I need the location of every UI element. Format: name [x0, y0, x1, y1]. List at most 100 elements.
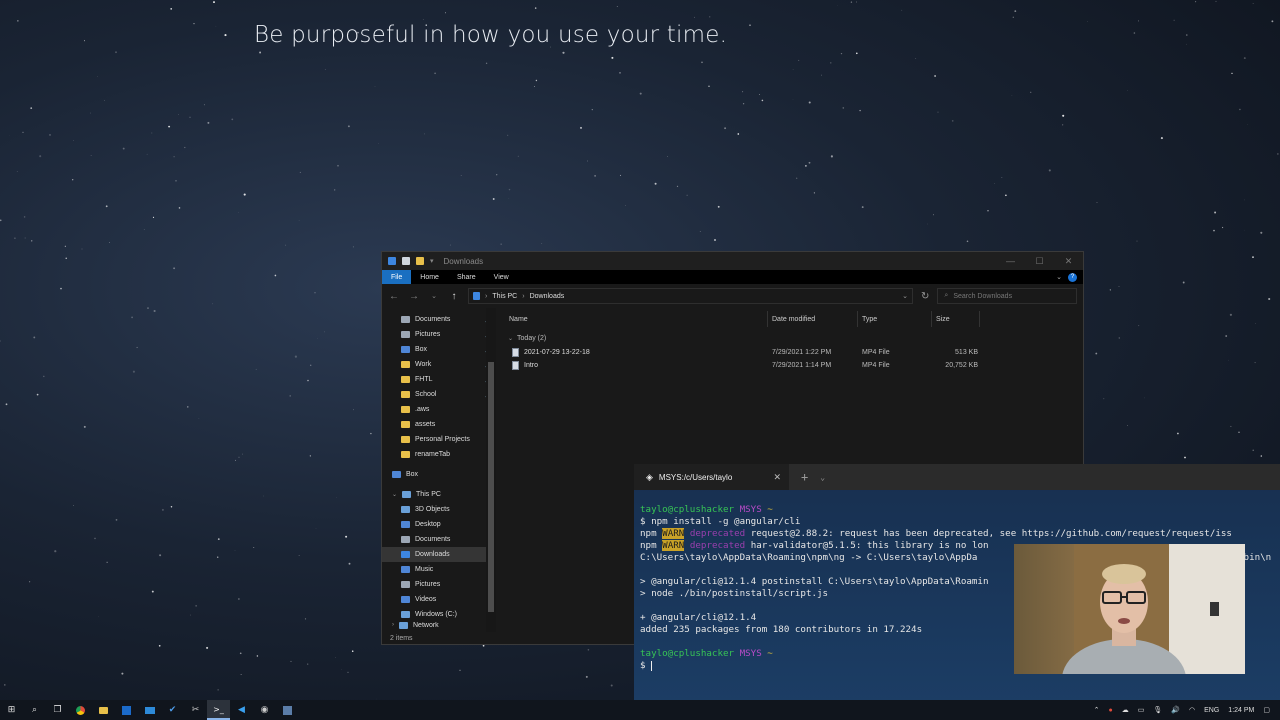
expand-ribbon-icon[interactable]: ⌄: [1056, 273, 1062, 281]
search-input[interactable]: ⌕ Search Downloads: [937, 288, 1077, 304]
tab-view[interactable]: View: [485, 270, 518, 284]
breadcrumb-downloads[interactable]: Downloads: [530, 293, 565, 300]
nav-item-quick-access[interactable]: FHTL📌: [382, 372, 496, 387]
nav-item-quick-access[interactable]: School📌: [382, 387, 496, 402]
help-icon[interactable]: ?: [1068, 272, 1077, 282]
onedrive-icon[interactable]: ☁: [1122, 706, 1129, 714]
column-size[interactable]: Size: [932, 311, 980, 327]
explorer-titlebar[interactable]: ▾ Downloads — ☐ ✕: [382, 252, 1083, 270]
star: [36, 393, 39, 396]
nav-item-this-pc[interactable]: ⌄ This PC: [382, 487, 496, 502]
search-icon[interactable]: ⌕: [23, 700, 46, 720]
nav-item-pc[interactable]: Videos: [382, 592, 496, 607]
tab-share[interactable]: Share: [448, 270, 485, 284]
up-icon[interactable]: ↑: [448, 291, 460, 302]
nav-scrollbar[interactable]: [486, 308, 496, 632]
clock[interactable]: 1:24 PM: [1228, 707, 1254, 714]
tab-file[interactable]: File: [382, 270, 412, 284]
close-tab-icon[interactable]: ✕: [773, 472, 781, 483]
star: [193, 22, 195, 25]
nav-item-network[interactable]: › Network: [382, 622, 496, 630]
nav-item-pc[interactable]: Windows (C:): [382, 607, 496, 622]
forward-icon[interactable]: →: [408, 291, 420, 302]
nav-scrollbar-thumb[interactable]: [488, 362, 494, 612]
webcam-person-image: [1062, 544, 1245, 674]
star: [317, 337, 318, 339]
vscode-icon[interactable]: ◀: [230, 700, 253, 720]
star: [159, 554, 162, 557]
nav-item-pc[interactable]: Pictures: [382, 577, 496, 592]
notification-center-icon[interactable]: ▢: [1263, 706, 1270, 714]
start-button[interactable]: ⊞: [0, 700, 23, 720]
antivirus-icon[interactable]: ●: [1109, 707, 1113, 714]
address-bar[interactable]: › This PC › Downloads ⌄: [468, 288, 913, 304]
close-button[interactable]: ✕: [1054, 256, 1083, 267]
nav-item-quick-access[interactable]: .aws: [382, 402, 496, 417]
properties-icon[interactable]: [402, 257, 410, 265]
mail-icon[interactable]: [138, 700, 161, 720]
terminal-icon[interactable]: >_: [207, 700, 230, 720]
star: [0, 340, 1, 342]
column-name[interactable]: Name: [496, 311, 768, 327]
back-icon[interactable]: ←: [388, 291, 400, 302]
breadcrumb-separator-icon: ›: [485, 292, 488, 300]
wifi-icon[interactable]: ◠: [1189, 706, 1195, 714]
maximize-button[interactable]: ☐: [1025, 256, 1054, 267]
volume-icon[interactable]: 🔊: [1171, 706, 1180, 714]
nav-item-pc[interactable]: 3D Objects: [382, 502, 496, 517]
file-row[interactable]: Intro 7/29/2021 1:14 PM MP4 File 20,752 KB: [496, 359, 1083, 372]
quick-access-dropdown-icon[interactable]: ▾: [430, 257, 434, 265]
column-type[interactable]: Type: [858, 311, 932, 327]
microphone-icon[interactable]: 🎙: [1153, 706, 1162, 714]
recent-locations-icon[interactable]: ⌄: [428, 292, 440, 300]
nav-item-pc[interactable]: Music: [382, 562, 496, 577]
star: [610, 684, 613, 687]
nav-item-quick-access[interactable]: renameTab: [382, 447, 496, 462]
tray-overflow-icon[interactable]: ⌃: [1094, 706, 1100, 714]
tab-home[interactable]: Home: [411, 270, 448, 284]
star: [737, 133, 740, 135]
new-tab-icon[interactable]: +: [801, 470, 808, 484]
file-row[interactable]: 2021-07-29 13-22-18 7/29/2021 1:22 PM MP4 …: [496, 346, 1083, 359]
npm-label: npm: [640, 540, 657, 551]
nav-item-pc[interactable]: Downloads: [382, 547, 496, 562]
star: [190, 614, 191, 616]
navigation-pane[interactable]: Documents📌Pictures📌Box📌Work📌FHTL📌School📌…: [382, 308, 496, 632]
obs-icon[interactable]: ◉: [253, 700, 276, 720]
star: [94, 537, 96, 540]
snipping-icon[interactable]: ✂: [184, 700, 207, 720]
expand-chevron-icon[interactable]: ⌄: [392, 491, 397, 498]
nav-label: .aws: [415, 406, 430, 413]
language-indicator[interactable]: ENG: [1204, 707, 1219, 714]
group-header-today[interactable]: ⌄ Today (2): [496, 330, 1083, 346]
column-date-modified[interactable]: Date modified: [768, 311, 858, 327]
todo-icon[interactable]: ✔: [161, 700, 184, 720]
address-dropdown-icon[interactable]: ⌄: [902, 292, 908, 300]
terminal-tab[interactable]: ◈ MSYS:/c/Users/taylo ✕: [634, 464, 789, 490]
expand-chevron-icon[interactable]: ›: [392, 622, 394, 628]
nav-item-quick-access[interactable]: Box📌: [382, 342, 496, 357]
collapse-chevron-icon[interactable]: ⌄: [508, 335, 513, 342]
minimize-button[interactable]: —: [996, 256, 1025, 267]
nav-item-quick-access[interactable]: Personal Projects: [382, 432, 496, 447]
nav-item-box[interactable]: Box: [382, 467, 496, 482]
file-explorer-icon[interactable]: [92, 700, 115, 720]
new-folder-icon[interactable]: [416, 257, 424, 265]
nav-label: Pictures: [415, 581, 441, 588]
tab-dropdown-icon[interactable]: ⌄: [820, 473, 825, 482]
outlook-icon[interactable]: [115, 700, 138, 720]
task-view-icon[interactable]: ❐: [46, 700, 69, 720]
star: [686, 194, 688, 196]
refresh-icon[interactable]: ↻: [921, 291, 929, 302]
breadcrumb-this-pc[interactable]: This PC: [492, 293, 517, 300]
chrome-icon[interactable]: [69, 700, 92, 720]
snip-sketch-icon[interactable]: [276, 700, 299, 720]
battery-icon[interactable]: ▭: [1138, 706, 1145, 714]
star: [541, 243, 543, 244]
nav-item-pc[interactable]: Documents: [382, 532, 496, 547]
nav-item-quick-access[interactable]: assets: [382, 417, 496, 432]
nav-item-quick-access[interactable]: Pictures📌: [382, 327, 496, 342]
nav-item-quick-access[interactable]: Work📌: [382, 357, 496, 372]
nav-item-quick-access[interactable]: Documents📌: [382, 312, 496, 327]
nav-item-pc[interactable]: Desktop: [382, 517, 496, 532]
